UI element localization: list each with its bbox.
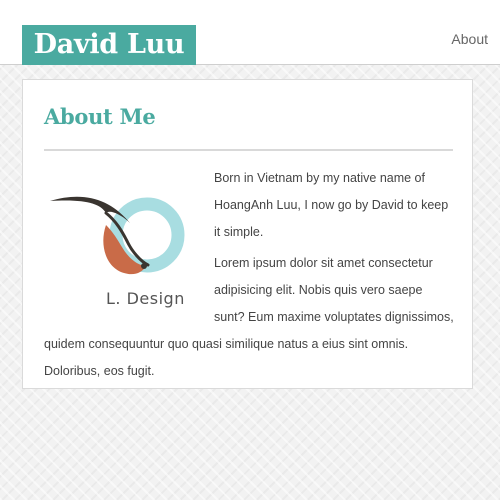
site-title[interactable]: David Luu [22, 25, 196, 65]
logo-bird-eye [141, 263, 147, 269]
title-divider [44, 149, 453, 151]
page-title: About Me [44, 104, 156, 129]
l-design-logo: L. Design [50, 196, 185, 308]
about-content: L. Design Born in Vietnam by my native n… [44, 165, 456, 385]
about-card: About Me L. Design Born in Vietnam by my… [22, 79, 473, 389]
nav-about-link[interactable]: About [451, 31, 488, 47]
logo-text: L. Design [106, 289, 185, 308]
site-header: David Luu About [0, 0, 500, 65]
